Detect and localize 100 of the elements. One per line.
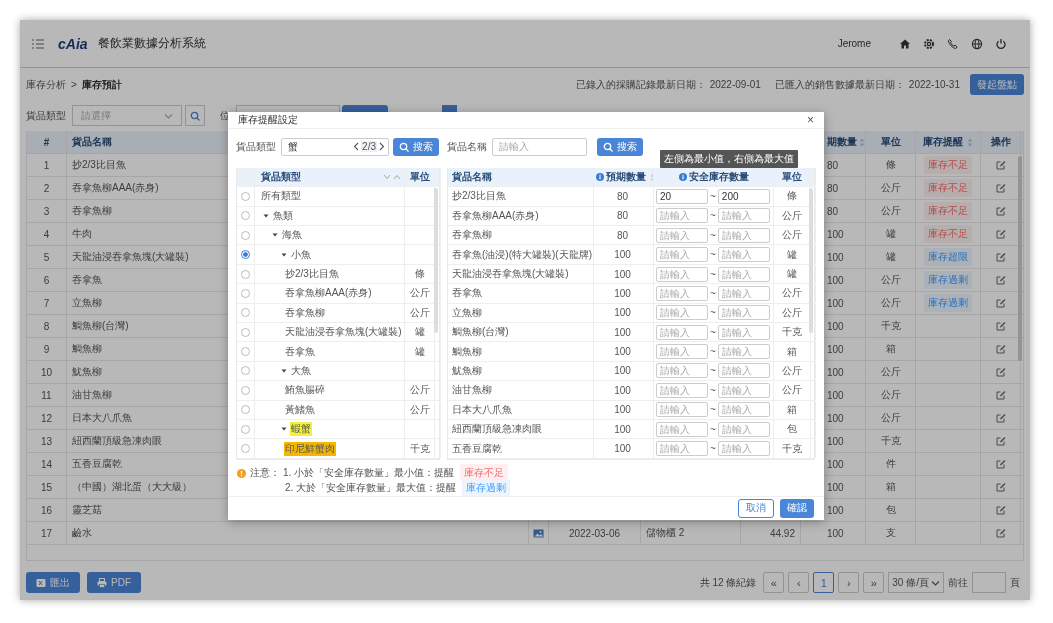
last-page-button[interactable]: » [863,572,885,593]
min-field[interactable]: 請輸入 [656,285,708,301]
tree-item[interactable]: 魚類 [272,208,294,223]
cancel-button[interactable]: 取消 [738,498,774,518]
confirm-button[interactable]: 確認 [780,498,814,518]
tree-item[interactable]: 大魚 [290,364,312,378]
caret-down-icon[interactable] [281,251,287,258]
edit-icon[interactable] [995,344,1006,354]
prev-page-button[interactable]: ‹ [788,572,810,593]
table-cell: 魷魚柳 [452,364,482,378]
edit-icon[interactable] [995,436,1006,446]
edit-icon[interactable] [995,321,1006,331]
next-page-button[interactable]: › [838,572,860,593]
first-page-button[interactable]: « [763,572,785,593]
min-field[interactable]: 請輸入 [656,441,708,457]
phone-icon[interactable] [947,37,959,50]
min-field[interactable]: 請輸入 [656,247,708,263]
tree-item[interactable]: 小魚 [290,247,312,262]
caret-down-icon[interactable] [263,212,269,219]
max-field[interactable]: 請輸入 [717,382,770,398]
edit-icon[interactable] [995,183,1006,193]
edit-icon[interactable] [995,298,1006,308]
edit-icon[interactable] [995,367,1006,377]
min-field[interactable]: 請輸入 [656,208,708,224]
max-field[interactable]: 請輸入 [717,305,770,321]
edit-icon[interactable] [995,505,1006,515]
page-size-select[interactable]: 30 條/頁 [888,572,944,593]
tree-item[interactable]: 抄2/3比目魚 [284,267,340,282]
edit-icon[interactable] [995,482,1006,492]
caret-down-icon[interactable] [272,232,278,239]
max-field[interactable]: 請輸入 [717,441,770,457]
max-field[interactable]: 200 [717,188,770,204]
chevron-right-icon[interactable] [379,142,385,152]
search-button[interactable] [185,105,205,126]
edit-icon[interactable] [995,275,1006,285]
tree-item[interactable]: 吞拿魚柳AAA(赤身) [284,286,373,301]
chevron-down-icon[interactable] [383,174,391,181]
range-separator: ~ [710,210,716,222]
tree-item[interactable]: 吞拿魚柳 [284,305,326,320]
min-field[interactable]: 請輸入 [656,382,708,398]
radio-button[interactable] [241,250,250,260]
min-field[interactable]: 請輸入 [656,344,708,360]
table-cell: 吞拿魚柳AAA(赤身) [452,208,539,223]
tree-item[interactable]: 印尼鮮蟹肉 [284,441,336,456]
min-field[interactable]: 請輸入 [656,402,708,418]
min-field[interactable]: 20 [656,188,708,204]
search-button[interactable]: 搜索 [597,137,643,156]
min-field[interactable]: 請輸入 [656,421,708,437]
info-icon[interactable] [596,173,604,182]
tree-item[interactable]: 所有類型 [260,189,302,204]
home-icon[interactable] [899,37,911,50]
tree-item[interactable]: 黃鰭魚 [284,402,316,417]
edit-icon[interactable] [995,413,1006,423]
max-field[interactable]: 請輸入 [717,285,770,301]
edit-icon[interactable] [995,528,1006,538]
max-field[interactable]: 請輸入 [717,247,770,263]
close-button[interactable]: × [807,113,814,128]
edit-icon[interactable] [995,229,1006,239]
max-field[interactable]: 請輸入 [717,402,770,418]
min-field[interactable]: 請輸入 [656,363,708,379]
globe-icon[interactable] [971,37,983,50]
edit-icon[interactable] [995,390,1006,400]
caret-down-icon[interactable] [281,368,287,374]
max-field[interactable]: 請輸入 [717,363,770,379]
max-field[interactable]: 請輸入 [717,324,770,340]
settings-icon[interactable] [923,37,935,50]
max-field[interactable]: 請輸入 [717,266,770,282]
tree-item[interactable]: 天龍油浸吞拿魚塊(大罐裝) [284,325,403,340]
menu-icon[interactable] [32,38,44,49]
max-field[interactable]: 請輸入 [717,208,770,224]
tree-item[interactable]: 鮪魚腸碎 [284,383,326,398]
image-icon[interactable] [533,528,544,538]
max-field[interactable]: 請輸入 [717,421,770,437]
chevron-up-icon[interactable] [393,174,401,181]
breadcrumb-link[interactable]: 庫存預計 [81,77,122,92]
field-label: 貨品名稱 [447,139,487,154]
min-field[interactable]: 請輸入 [656,227,708,243]
edit-icon[interactable] [995,459,1006,469]
min-field[interactable]: 請輸入 [656,305,708,321]
info-icon[interactable] [678,173,687,182]
power-icon[interactable] [995,37,1007,50]
edit-icon[interactable] [995,160,1006,170]
table-cell: 80 [616,210,629,222]
chevron-left-icon[interactable] [353,142,360,152]
search-button[interactable]: 搜索 [393,137,439,156]
max-field[interactable]: 請輸入 [717,344,770,360]
min-field[interactable]: 請輸入 [656,324,708,340]
table-cell: 鯛魚柳(台灣) [452,325,509,340]
edit-icon[interactable] [995,206,1006,216]
min-field[interactable]: 請輸入 [656,266,708,282]
breadcrumb-link[interactable]: 庫存分析 [26,77,66,92]
page-input[interactable] [972,572,1006,593]
logo: cAia [58,35,88,52]
max-field[interactable]: 請輸入 [717,227,770,243]
tree-item[interactable]: 海魚 [281,228,303,243]
search-field[interactable]: 請輸入 [492,137,587,156]
edit-icon[interactable] [995,252,1006,262]
tree-item[interactable]: 吞拿魚 [284,344,316,359]
caret-down-icon[interactable] [281,426,287,433]
tree-item[interactable]: 蝦蟹 [290,422,312,437]
